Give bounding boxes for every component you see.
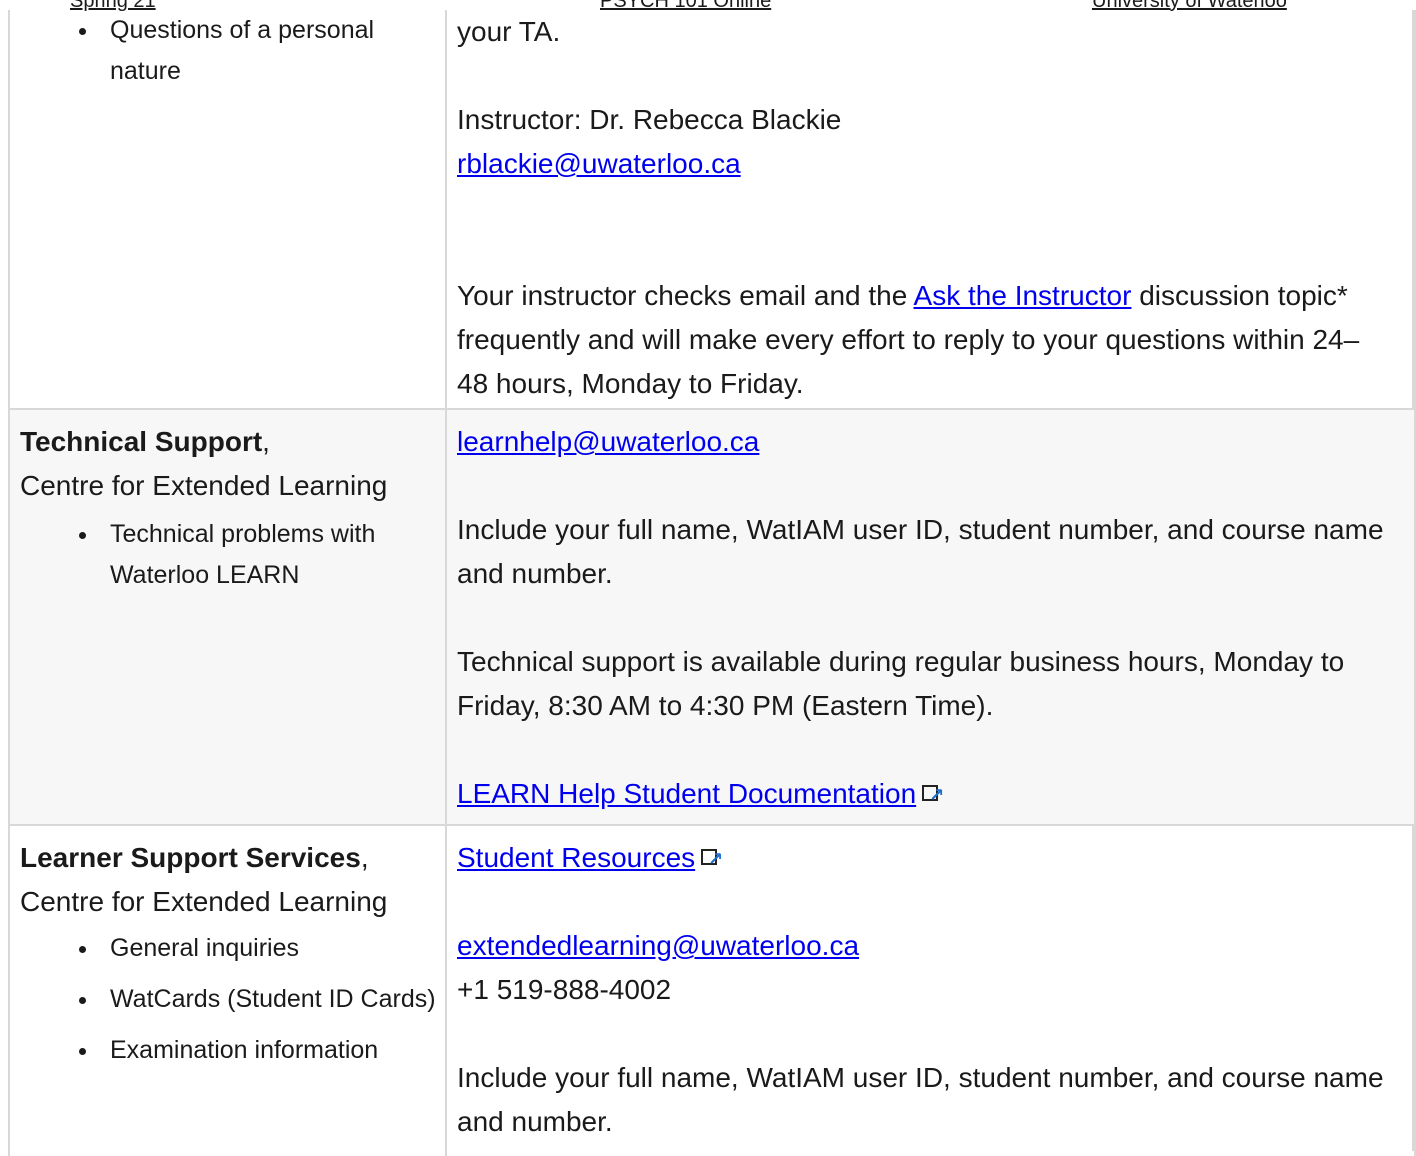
instructor-cell-right: your TA. Instructor: Dr. Rebecca Blackie… <box>445 10 1416 410</box>
learner-bullets: General inquiries WatCards (Student ID C… <box>20 928 445 1071</box>
list-item: General inquiries <box>100 928 445 969</box>
ask-instructor-link[interactable]: Ask the Instructor <box>914 280 1132 311</box>
learner-include-text: Include your full name, WatIAM user ID, … <box>457 1062 1384 1137</box>
learner-phone: +1 519-888-4002 <box>457 974 672 1005</box>
instructor-cell-left: Questions of a personal nature <box>8 10 447 410</box>
technical-title: Technical Support <box>20 426 263 457</box>
technical-bullets: Technical problems with Waterloo LEARN <box>20 514 445 596</box>
technical-cell-right: learnhelp@uwaterloo.ca Include your full… <box>445 408 1416 826</box>
table-row: Technical Support, Centre for Extended L… <box>8 408 1416 826</box>
learner-cell-left: Learner Support Services, Centre for Ext… <box>8 824 447 1156</box>
technical-cell-left: Technical Support, Centre for Extended L… <box>8 408 447 826</box>
instructor-bullets: Questions of a personal nature <box>20 10 445 92</box>
student-resources-link[interactable]: Student Resources <box>457 842 695 873</box>
technical-title-suffix: , <box>262 426 270 457</box>
contact-table: Questions of a personal nature your TA. … <box>8 10 1416 1156</box>
list-item: Examination information <box>100 1030 445 1071</box>
technical-include-text: Include your full name, WatIAM user ID, … <box>457 514 1384 589</box>
technical-hours-text: Technical support is available during re… <box>457 646 1345 721</box>
table-row: Questions of a personal nature your TA. … <box>8 10 1416 410</box>
list-item: Technical problems with Waterloo LEARN <box>100 514 445 596</box>
ta-tail-text: your TA. <box>457 16 561 47</box>
external-link-icon <box>701 837 723 881</box>
instructor-checks-text: Your instructor checks email and the Ask… <box>457 274 1414 406</box>
learn-help-doc-link[interactable]: LEARN Help Student Documentation <box>457 778 916 809</box>
technical-subtitle: Centre for Extended Learning <box>20 470 388 501</box>
table-row: Learner Support Services, Centre for Ext… <box>8 824 1416 1156</box>
extendedlearning-email-link[interactable]: extendedlearning@uwaterloo.ca <box>457 930 859 961</box>
learner-title-suffix: , <box>360 842 369 873</box>
learner-title: Learner Support Services <box>20 842 361 873</box>
learnhelp-email-link[interactable]: learnhelp@uwaterloo.ca <box>457 426 759 457</box>
list-item: WatCards (Student ID Cards) <box>100 979 445 1020</box>
list-item: Questions of a personal nature <box>100 10 445 92</box>
learner-subtitle: Centre for Extended Learning <box>20 886 388 917</box>
external-link-icon <box>922 773 944 817</box>
instructor-label: Instructor: Dr. Rebecca Blackie <box>457 104 842 135</box>
instructor-email-link[interactable]: rblackie@uwaterloo.ca <box>457 148 741 179</box>
checks-pre: Your instructor checks email and the <box>457 280 914 311</box>
learner-cell-right: Student Resources extendedlearning@uwate… <box>445 824 1416 1156</box>
